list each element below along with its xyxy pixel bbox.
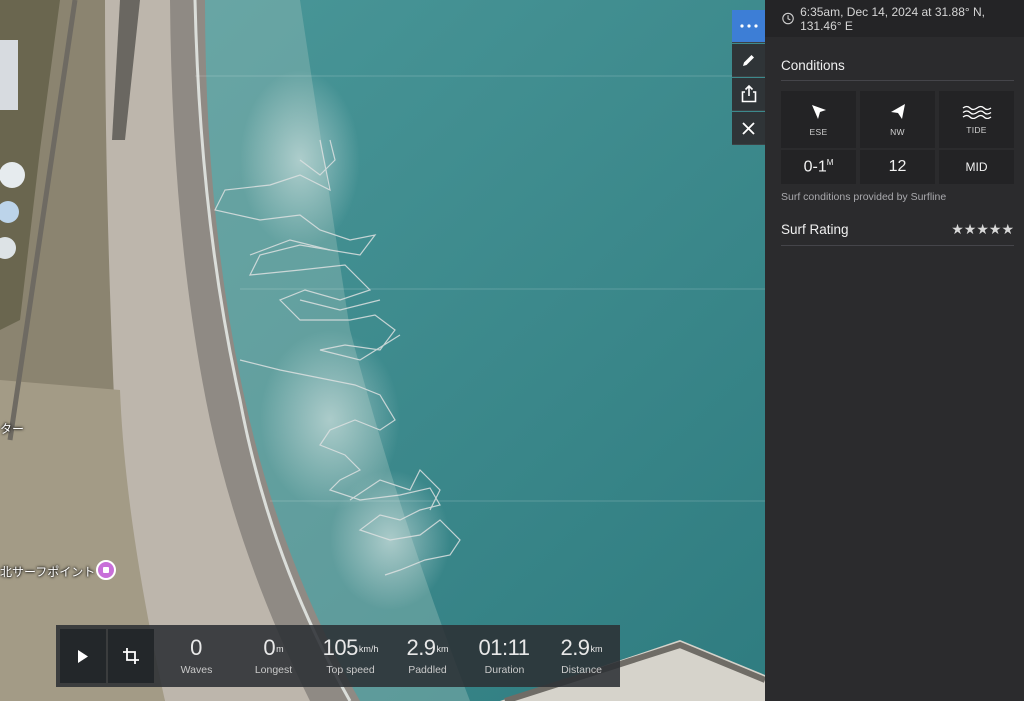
close-icon: [742, 121, 755, 135]
stat-distance: 2.9km Distance: [543, 635, 620, 677]
crop-button[interactable]: [108, 629, 154, 683]
crop-icon: [123, 648, 139, 664]
map-imagery: [0, 0, 765, 701]
poi-pin-icon[interactable]: [96, 560, 116, 580]
wind-speed-cell: 12: [860, 150, 935, 184]
tide-label: TIDE: [966, 124, 987, 135]
session-header: 6:35am, Dec 14, 2024 at 31.88° N, 131.46…: [765, 0, 1024, 37]
stat-unit: m: [276, 644, 284, 654]
map-place-label: ター: [0, 422, 25, 436]
stat-value: 01:11: [478, 635, 530, 660]
stat-label: Longest: [254, 664, 293, 676]
share-button[interactable]: [732, 78, 765, 111]
wind-speed-value: 12: [888, 158, 907, 175]
satellite-map[interactable]: ター 北サーフポイント 0 Waves 0m Longest 105km/h T…: [0, 0, 765, 701]
more-options-button[interactable]: [732, 10, 765, 43]
tide-value: MID: [965, 160, 988, 174]
stat-duration: 01:11 Duration: [466, 635, 543, 677]
tide-value-cell: MID: [939, 150, 1014, 184]
play-icon: [78, 649, 88, 663]
edit-button[interactable]: [732, 44, 765, 77]
star-rating-control[interactable]: ★★★★★: [951, 221, 1014, 238]
stat-value: 0: [263, 635, 276, 660]
pencil-icon: [743, 54, 754, 66]
wind-direction: NW: [890, 126, 905, 137]
swell-arrow-icon: [811, 104, 826, 119]
wind-direction-cell: NW: [860, 91, 935, 148]
conditions-credit: Surf conditions provided by Surfline: [781, 191, 947, 203]
stat-value: 2.9: [560, 635, 590, 660]
stat-value: 105: [322, 635, 359, 660]
conditions-title: Conditions: [781, 58, 1014, 81]
poi-label[interactable]: 北サーフポイント: [0, 563, 95, 580]
stat-unit: km: [590, 644, 603, 654]
tide-waves-icon: [962, 105, 991, 119]
stat-longest: 0m Longest: [235, 635, 312, 677]
swell-direction: ESE: [809, 126, 828, 137]
stat-label: Paddled: [408, 664, 447, 676]
stat-label: Waves: [180, 664, 213, 676]
tide-cell: TIDE: [939, 91, 1014, 148]
ellipsis-icon: [739, 24, 758, 28]
stat-unit: km: [436, 644, 449, 654]
conditions-grid: ESE NW TIDE 0-1M 12 MID: [781, 91, 1014, 184]
stat-top-speed: 105km/h Top speed: [312, 635, 389, 677]
wind-arrow-icon: [890, 103, 905, 119]
stat-label: Top speed: [326, 664, 375, 676]
stat-unit: km/h: [358, 644, 379, 654]
clock-icon: [782, 12, 794, 25]
close-button[interactable]: [732, 112, 765, 145]
stat-label: Duration: [484, 664, 525, 676]
stat-waves: 0 Waves: [158, 635, 235, 677]
surf-rating-title: Surf Rating: [781, 222, 849, 237]
stat-value: 0: [190, 635, 202, 660]
wave-height-cell: 0-1M: [781, 150, 856, 184]
surf-rating-row: Surf Rating ★★★★★: [781, 221, 1014, 246]
share-icon: [741, 85, 756, 103]
session-details-panel: 6:35am, Dec 14, 2024 at 31.88° N, 131.46…: [765, 0, 1024, 701]
stat-paddled: 2.9km Paddled: [389, 635, 466, 677]
stat-label: Distance: [561, 664, 602, 676]
stat-value: 2.9: [406, 635, 436, 660]
swell-direction-cell: ESE: [781, 91, 856, 148]
wave-height-value: 0-1: [803, 158, 827, 176]
play-button[interactable]: [60, 629, 106, 683]
session-datetime-location: 6:35am, Dec 14, 2024 at 31.88° N, 131.46…: [800, 4, 985, 33]
session-stats-bar: 0 Waves 0m Longest 105km/h Top speed 2.9…: [56, 625, 620, 687]
stats-list: 0 Waves 0m Longest 105km/h Top speed 2.9…: [158, 635, 620, 677]
wave-height-unit: M: [826, 157, 834, 167]
